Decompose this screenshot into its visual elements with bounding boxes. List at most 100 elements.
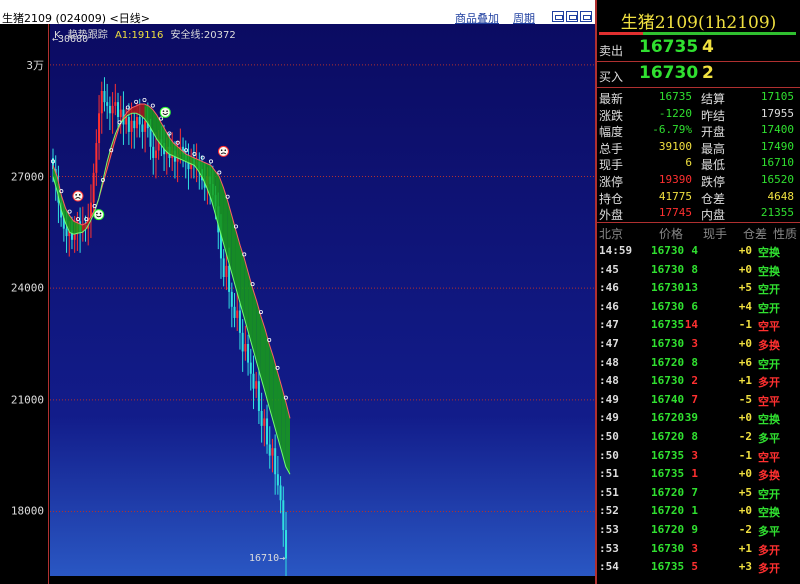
tick-time: :45: [599, 262, 619, 276]
stat-label: 最新: [599, 92, 624, 106]
tick-row[interactable]: :52 16720 1 +0 空换: [597, 502, 800, 521]
tick-row[interactable]: 14:59 16730 4 +0 空换: [597, 242, 800, 261]
tick-oi-change: +0: [738, 262, 752, 276]
kline-plot-area[interactable]: [50, 24, 595, 584]
buy-signal-icon: [93, 209, 105, 221]
tick-nature: 空开: [758, 357, 780, 371]
tick-table-header: 北京 价格 现手 仓差 性质: [597, 224, 800, 242]
tick-row[interactable]: :48 16720 8 +6 空开: [597, 354, 800, 373]
tick-oi-change: +0: [738, 504, 752, 518]
tick-price: 16735: [651, 560, 685, 574]
tick-row[interactable]: :54 16735 5 +3 多开: [597, 558, 800, 577]
candle-body: [117, 102, 120, 118]
candle-body: [255, 381, 258, 389]
signal-eye: [75, 194, 77, 196]
tick-volume: 7: [691, 485, 698, 499]
ask-volume: 4: [702, 37, 714, 57]
tick-oi-change: -1: [738, 318, 752, 332]
candle-body: [103, 90, 106, 103]
signal-eye: [166, 110, 168, 112]
stat-value: 19390: [658, 173, 692, 186]
col-oi-change: 仓差: [743, 227, 768, 241]
tick-oi-change: -2: [738, 523, 752, 536]
tick-row[interactable]: :45 16730 8 +0 空换: [597, 261, 800, 280]
tick-row[interactable]: :53 16730 3 +1 多开: [597, 540, 800, 559]
y-tick-label: 3万: [26, 58, 44, 72]
candle-body: [257, 381, 260, 411]
tick-volume: 3: [691, 448, 698, 462]
candle-body: [271, 448, 274, 456]
candle-body: [282, 500, 285, 531]
candle-body: [133, 120, 136, 129]
bid-label: 买入: [599, 70, 624, 84]
stat-row: 现手 6 最低 16710: [597, 155, 800, 172]
tick-row[interactable]: :50 16735 3 -1 空平: [597, 447, 800, 466]
stat-label: 昨结: [701, 108, 726, 123]
tick-volume: 7: [691, 392, 698, 406]
candle-body: [65, 228, 68, 237]
tick-time: :53: [599, 541, 619, 555]
quote-panel: 生猪2109(1h2109) 卖出 16735 4 买入 16730 2 最新 1…: [597, 0, 800, 584]
candle-body: [108, 105, 111, 114]
candle-body: [149, 128, 152, 147]
stat-label: 最低: [701, 158, 726, 173]
tick-row[interactable]: :51 16735 1 +0 多换: [597, 465, 800, 484]
candle-body: [241, 332, 244, 352]
stat-value: 16520: [760, 173, 794, 186]
trend-dot: [142, 98, 147, 103]
tick-row[interactable]: :49 16720 39 +0 空换: [597, 409, 800, 428]
tick-nature: 空开: [758, 283, 780, 297]
tick-price: 16730: [651, 299, 685, 313]
candle-body: [225, 265, 228, 278]
tick-row[interactable]: :49 16740 7 -5 空平: [597, 391, 800, 410]
tick-row[interactable]: :47 16735 14 -1 空平: [597, 316, 800, 335]
stat-value: 16710: [760, 156, 794, 170]
sell-signal-icon: [72, 190, 84, 202]
tick-nature: 多平: [758, 525, 780, 538]
buy-ratio-bar: [643, 32, 796, 35]
stat-value: 17105: [760, 90, 794, 103]
tick-row[interactable]: :51 16720 7 +5 空开: [597, 484, 800, 503]
stat-row: 涨停 19390 跌停 16520: [597, 172, 800, 189]
tick-price: 16720: [651, 485, 685, 499]
tick-price: 16735: [651, 467, 685, 481]
tick-price: 16730: [651, 337, 685, 350]
tick-time: :47: [599, 318, 619, 332]
tick-row[interactable]: :47 16730 3 +0 多换: [597, 335, 800, 354]
stat-label: 幅度: [599, 125, 624, 140]
tick-nature: 空换: [758, 506, 780, 520]
tick-volume: 2: [691, 374, 698, 388]
candle-body: [106, 102, 109, 106]
tick-price: 16735: [651, 318, 685, 332]
stat-value: 6: [685, 156, 692, 170]
tick-row[interactable]: :46 16730 6 +4 空开: [597, 298, 800, 317]
candle-body: [125, 117, 128, 125]
tick-nature: 空换: [758, 246, 780, 259]
tick-nature: 空平: [758, 450, 780, 464]
tick-row[interactable]: :48 16730 2 +1 多开: [597, 372, 800, 391]
candle-body: [111, 105, 114, 114]
kline-chart-svg: [50, 64, 595, 579]
tick-row[interactable]: :46 16730 13 +5 空开: [597, 279, 800, 298]
stat-value: 4648: [767, 189, 795, 203]
price-axis: 3万 27000 24000 21000 18000: [0, 24, 49, 584]
trend-band-segment: [285, 401, 290, 475]
tick-oi-change: +6: [738, 355, 752, 369]
tick-row[interactable]: :53 16720 9 -2 多平: [597, 521, 800, 540]
window-restore-button[interactable]: [552, 11, 564, 22]
tick-price: 16730: [651, 244, 685, 257]
tick-time: :50: [599, 430, 619, 443]
stat-label: 现手: [599, 158, 624, 173]
window-split-button[interactable]: [566, 11, 578, 22]
trend-dot: [134, 99, 139, 104]
tick-volume: 13: [684, 281, 698, 295]
legend-safe-line: 安全线:20372: [170, 30, 236, 41]
y-tick-label: 24000: [10, 281, 44, 295]
y-tick-label: 21000: [10, 393, 44, 407]
window-maximize-button[interactable]: [580, 11, 592, 22]
tick-row[interactable]: :50 16720 8 -2 多平: [597, 428, 800, 447]
tick-time: :50: [599, 448, 619, 462]
stat-label: 开盘: [701, 125, 726, 140]
tick-price: 16740: [651, 392, 685, 406]
tick-time: :54: [599, 560, 619, 574]
